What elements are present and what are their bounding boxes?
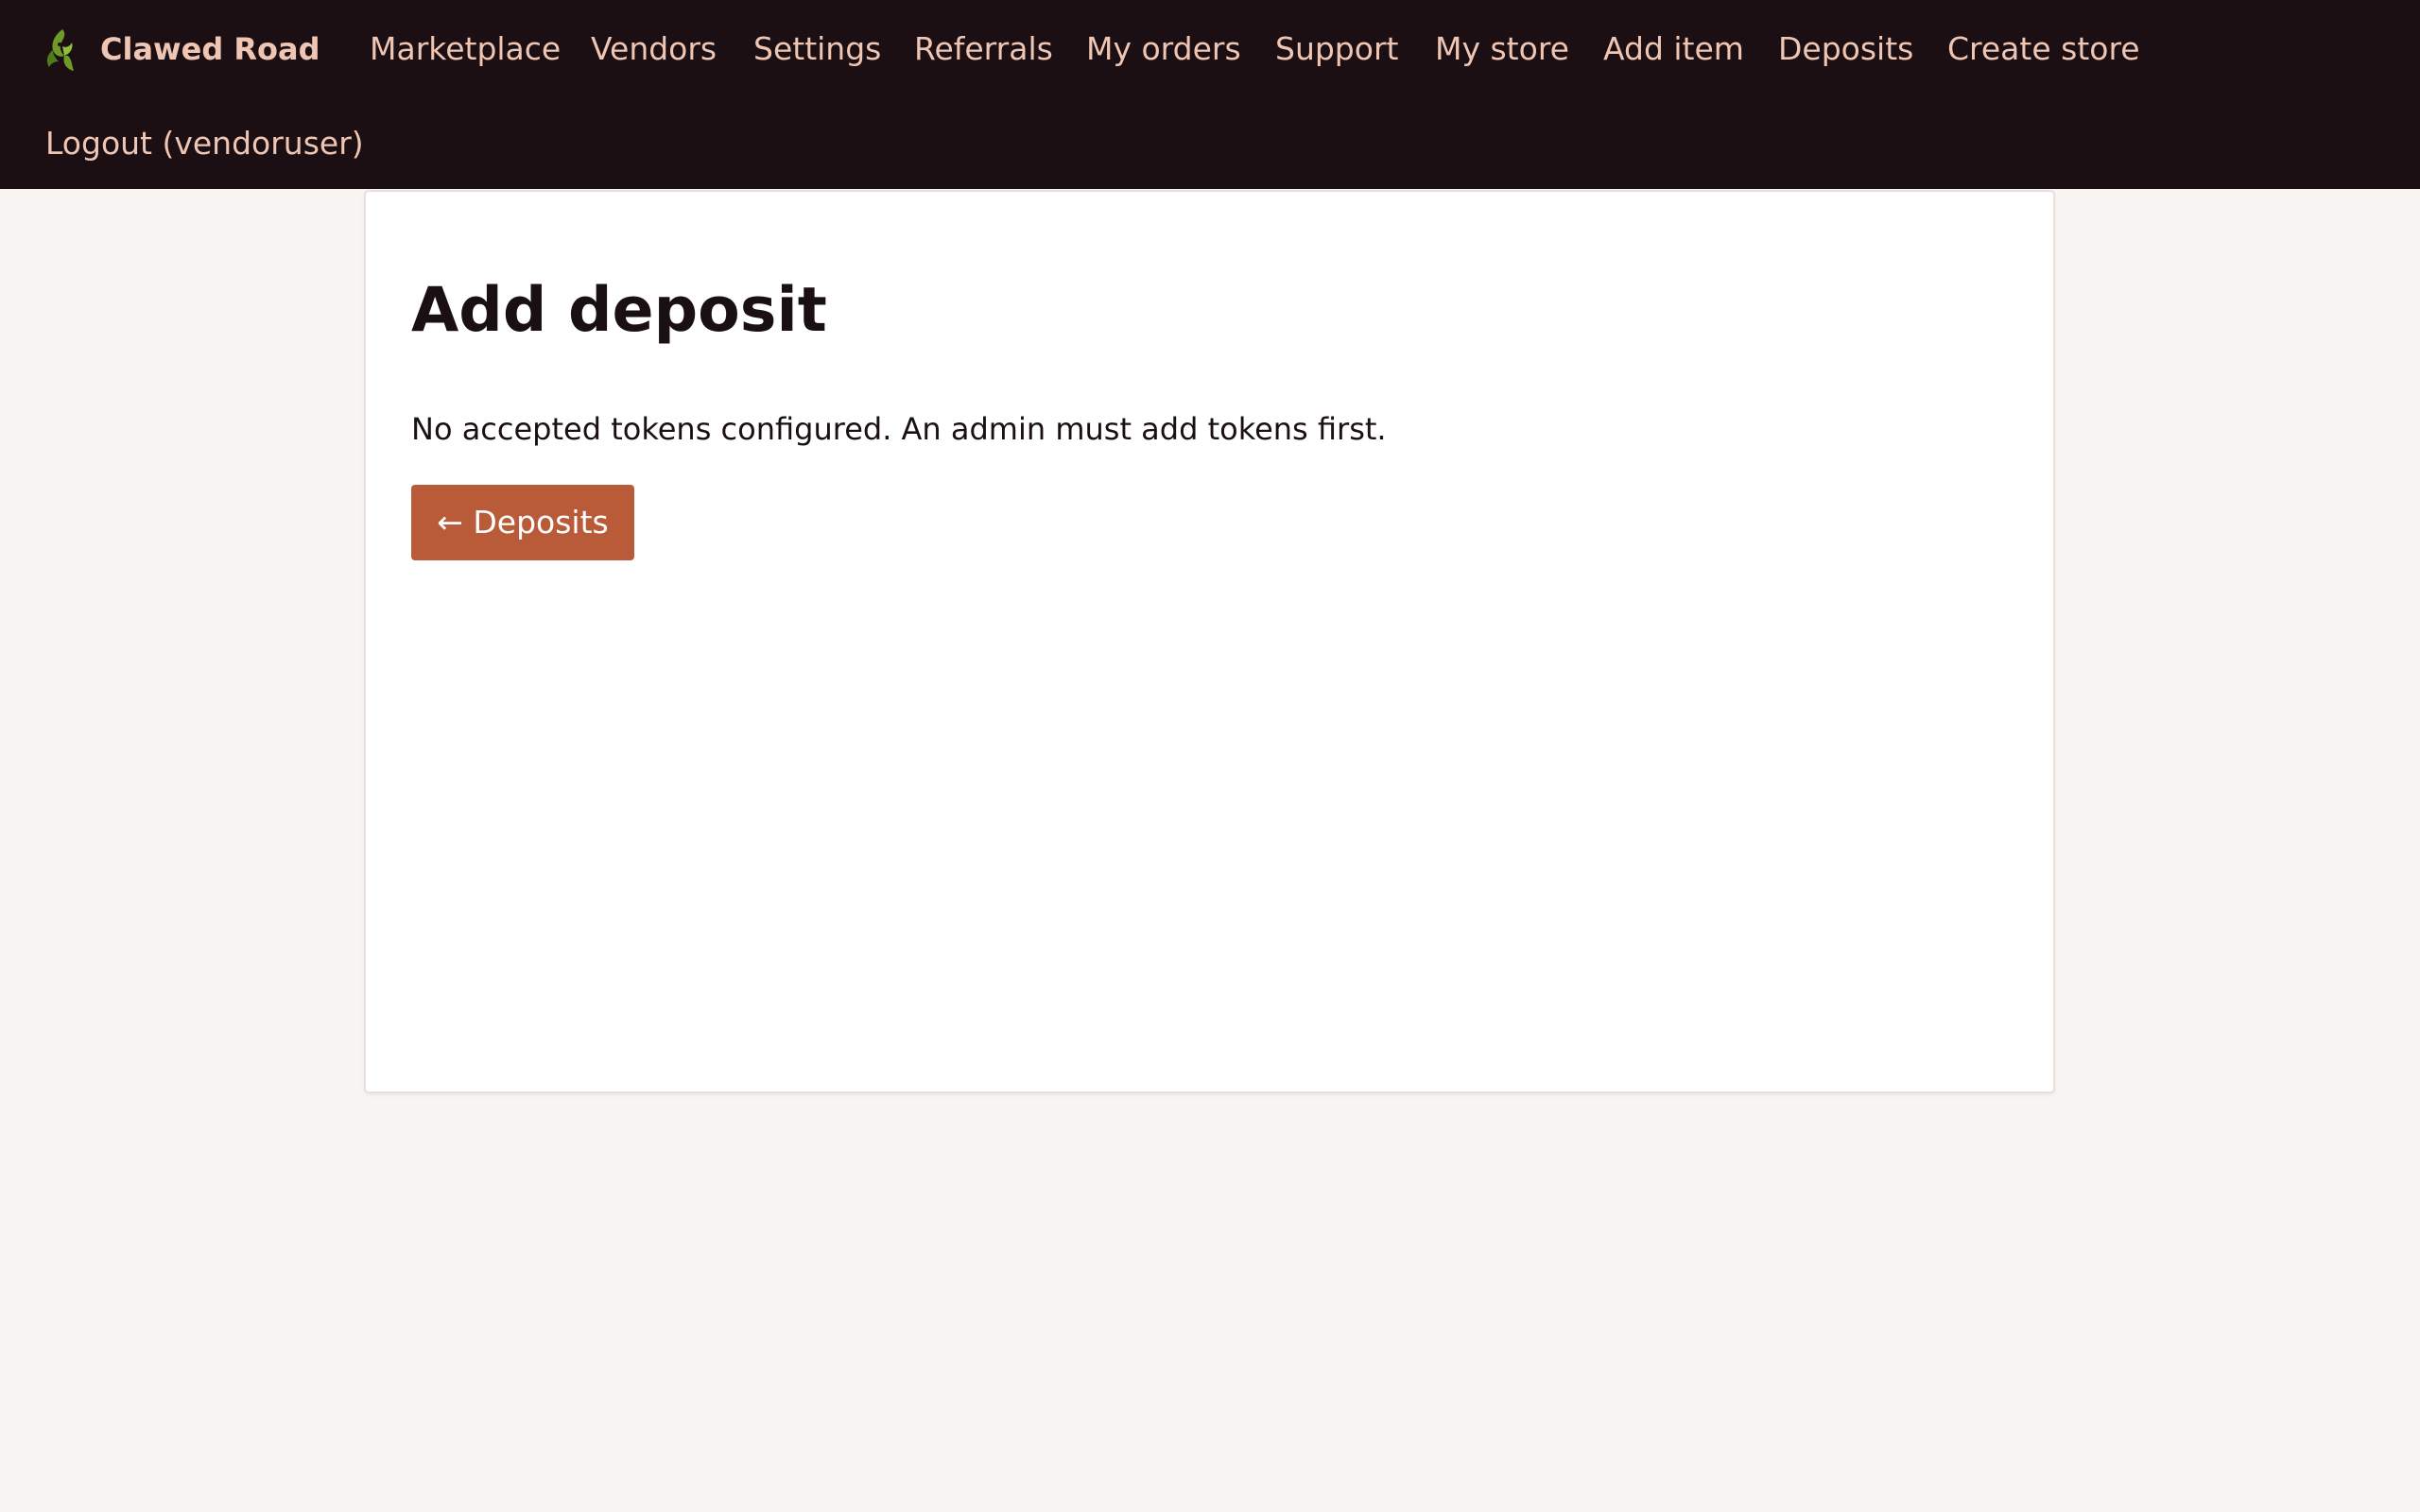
no-tokens-message: No accepted tokens configured. An admin … — [411, 411, 1387, 447]
content-card: Add deposit No accepted tokens configure… — [364, 190, 2055, 1093]
nav-logout[interactable]: Logout (vendoruser) — [45, 115, 364, 172]
main-nav: Marketplace Vendors Settings Referrals M… — [0, 0, 2420, 189]
nav-settings[interactable]: Settings — [753, 21, 881, 77]
nav-my-orders[interactable]: My orders — [1086, 21, 1241, 77]
nav-support[interactable]: Support — [1275, 21, 1398, 77]
nav-deposits[interactable]: Deposits — [1778, 21, 1913, 77]
nav-create-store[interactable]: Create store — [1947, 21, 2140, 77]
nav-my-store[interactable]: My store — [1435, 21, 1569, 77]
back-to-deposits-button[interactable]: ← Deposits — [411, 485, 634, 560]
nav-vendors[interactable]: Vendors — [591, 21, 717, 77]
top-navbar: Clawed Road Marketplace Vendors Settings… — [0, 0, 2420, 189]
page-title: Add deposit — [411, 275, 827, 346]
nav-referrals[interactable]: Referrals — [914, 21, 1053, 77]
nav-add-item[interactable]: Add item — [1603, 21, 1744, 77]
nav-marketplace[interactable]: Marketplace — [370, 21, 561, 77]
